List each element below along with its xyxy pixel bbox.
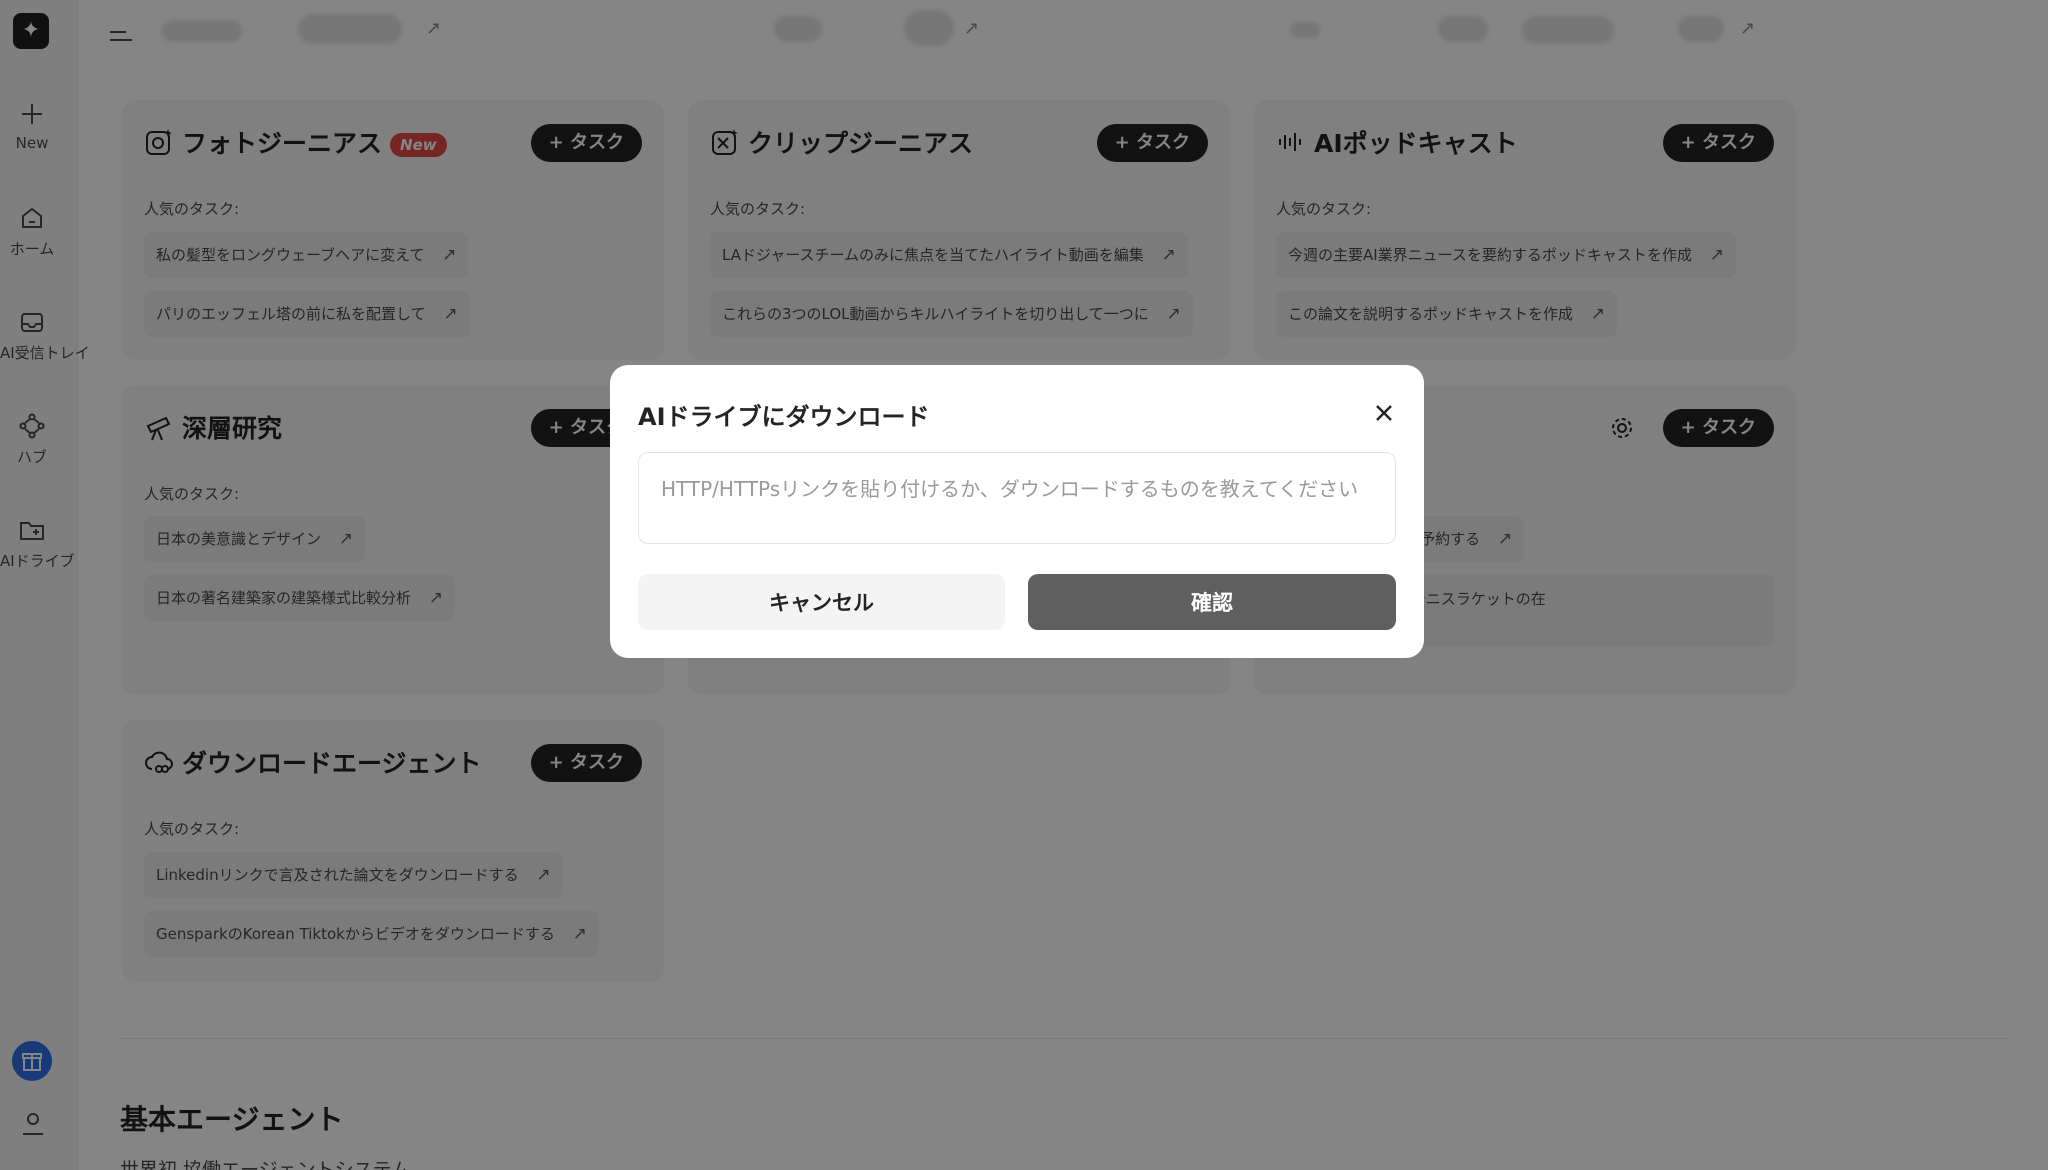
cancel-button[interactable]: キャンセル: [638, 574, 1005, 630]
confirm-button[interactable]: 確認: [1028, 574, 1396, 630]
dialog-title: AIドライブにダウンロード: [638, 403, 930, 431]
download-dialog: AIドライブにダウンロード キャンセル 確認: [610, 365, 1424, 658]
close-icon[interactable]: [1372, 401, 1396, 425]
download-url-input[interactable]: [638, 452, 1396, 544]
